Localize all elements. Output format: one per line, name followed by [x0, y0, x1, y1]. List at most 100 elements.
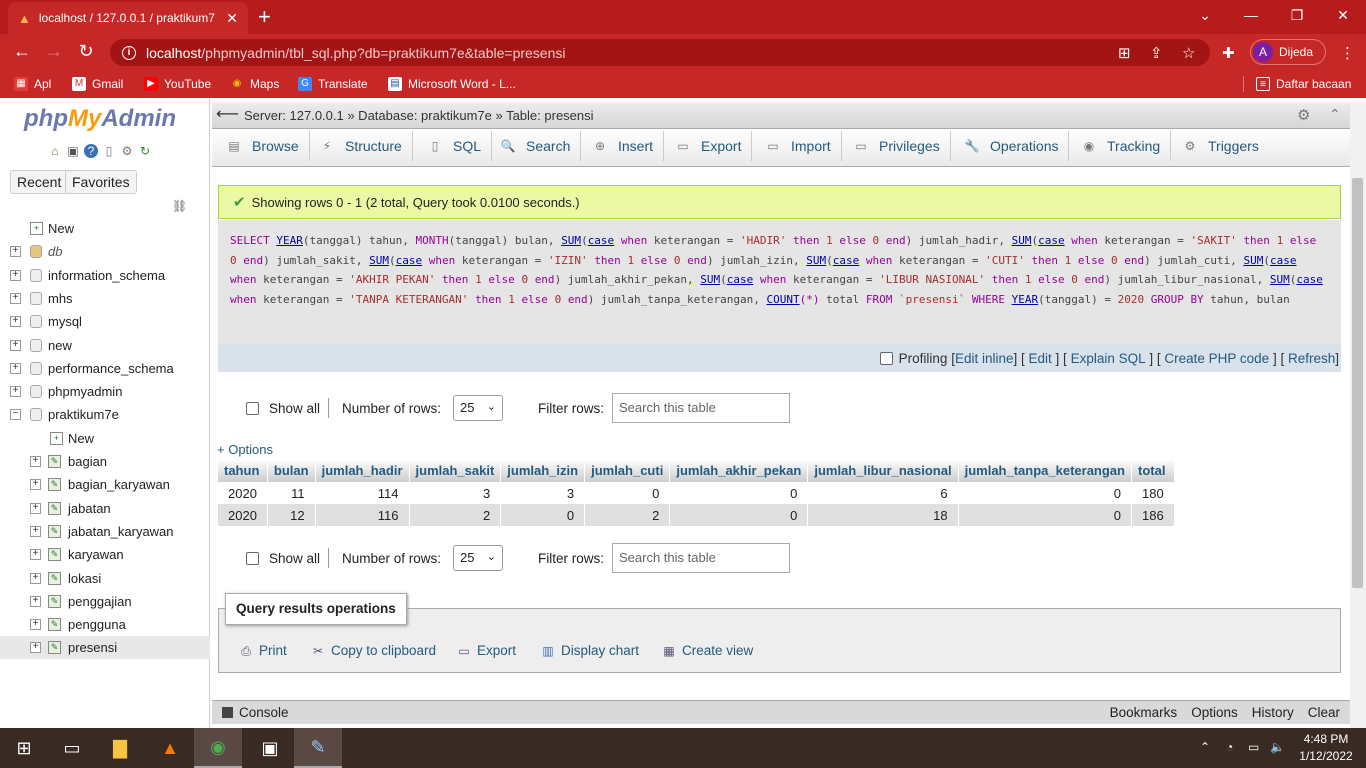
tree-item-information-schema[interactable]: + information_schema [0, 264, 210, 287]
column-header[interactable]: jumlah_akhir_pekan [669, 459, 809, 482]
minimize-icon[interactable]: — [1228, 4, 1274, 26]
tree-item-db[interactable]: + db [0, 240, 210, 263]
export-link[interactable]: ▭ Export [456, 643, 516, 658]
expand-icon[interactable]: + [30, 642, 41, 653]
terminal-app-icon[interactable]: ▣ [246, 728, 294, 768]
console-toggle[interactable]: Console [222, 705, 289, 720]
help-icon[interactable]: ? [84, 144, 98, 158]
refresh-link[interactable]: Refresh [1288, 351, 1335, 366]
tree-item-new[interactable]: + new [0, 334, 210, 357]
tab-browse[interactable]: ▤ Browse [216, 131, 310, 161]
recent-button[interactable]: Recent [10, 170, 69, 194]
tab-operations[interactable]: 🔧 Operations [954, 131, 1070, 161]
console-options[interactable]: Options [1191, 705, 1238, 720]
address-bar[interactable]: i localhost/phpmyadmin/tbl_sql.php?db=pr… [110, 39, 1210, 66]
bookmark-word[interactable]: ▤ Microsoft Word - L... [388, 77, 516, 91]
chrome-icon[interactable]: ◉ [194, 728, 242, 768]
expand-icon[interactable]: + [30, 573, 41, 584]
expand-icon[interactable]: + [10, 340, 21, 351]
column-header[interactable]: jumlah_libur_nasional [807, 459, 959, 482]
tab-search-icon[interactable]: ⌄ [1182, 4, 1228, 26]
volume-icon[interactable]: 🔈 [1270, 740, 1285, 754]
console-bookmarks[interactable]: Bookmarks [1110, 705, 1178, 720]
expand-icon[interactable]: + [10, 363, 21, 374]
expand-icon[interactable]: + [10, 316, 21, 327]
tree-item-penggajian[interactable]: + ✎ penggajian [0, 590, 210, 613]
column-header[interactable]: jumlah_izin [500, 459, 586, 482]
tree-item-karyawan[interactable]: + ✎ karyawan [0, 543, 210, 566]
home-icon[interactable]: ⌂ [48, 144, 62, 158]
search-table-input[interactable]: Search this table [612, 393, 790, 423]
console-clear[interactable]: Clear [1308, 705, 1340, 720]
tree-item-jabatan-karyawan[interactable]: + ✎ jabatan_karyawan [0, 520, 210, 543]
forward-icon[interactable]: → [42, 40, 66, 62]
column-header[interactable]: jumlah_tanpa_keterangan [958, 459, 1132, 482]
reading-list[interactable]: ≡ Daftar bacaan [1256, 77, 1351, 91]
expand-icon[interactable]: + [10, 246, 21, 257]
tree-item-new[interactable]: + New [0, 427, 210, 450]
back-icon[interactable]: ← [10, 40, 34, 62]
tab-sql[interactable]: ▯ SQL [417, 131, 493, 161]
tree-item-bagian[interactable]: + ✎ bagian [0, 450, 210, 473]
expand-icon[interactable]: + [10, 386, 21, 397]
close-tab-icon[interactable]: ✕ [226, 10, 238, 27]
paint-icon[interactable]: ✎ [294, 728, 342, 768]
new-tab-icon[interactable]: + [258, 4, 271, 30]
tree-item-praktikum7e[interactable]: − praktikum7e [0, 403, 210, 426]
settings-gear-icon[interactable]: ⚙ [1297, 106, 1310, 124]
translate-icon[interactable]: ⊞ [1118, 44, 1131, 62]
tab-structure[interactable]: ⚡ Structure [309, 131, 413, 161]
expand-icon[interactable]: + [10, 270, 21, 281]
search-table-input[interactable]: Search this table [612, 543, 790, 573]
tab-import[interactable]: ▭ Import [755, 131, 842, 161]
tree-item-new[interactable]: + New [0, 217, 210, 240]
hide-header-icon[interactable]: ⌃ [1329, 106, 1341, 123]
docs-icon[interactable]: ▯ [102, 144, 116, 158]
breadcrumb-text[interactable]: Server: 127.0.0.1 » Database: praktikum7… [244, 108, 594, 123]
tab-search[interactable]: 🔍 Search [490, 131, 582, 161]
explain-sql-link[interactable]: Explain SQL [1071, 351, 1146, 366]
copy-to-clipboard-link[interactable]: ✂ Copy to clipboard [310, 643, 436, 658]
tab-insert[interactable]: ⊕ Insert [582, 131, 665, 161]
tab-triggers[interactable]: ⚙ Triggers [1172, 131, 1269, 161]
tree-item-presensi[interactable]: + ✎ presensi [0, 636, 210, 659]
bookmark-gmail[interactable]: M Gmail [72, 77, 123, 91]
show-hidden-icons[interactable]: ⌃ [1200, 740, 1210, 754]
bookmark-maps[interactable]: ◉ Maps [230, 77, 280, 91]
print-link[interactable]: ⎙ Print [238, 643, 287, 658]
reload-nav-icon[interactable]: ↻ [138, 144, 152, 158]
column-header[interactable]: jumlah_hadir [315, 459, 410, 482]
expand-icon[interactable]: + [30, 549, 41, 560]
expand-icon[interactable]: + [30, 503, 41, 514]
expand-icon[interactable]: + [10, 293, 21, 304]
column-header[interactable]: jumlah_sakit [409, 459, 502, 482]
phpmyadmin-logo[interactable]: phpMyAdmin [24, 105, 176, 133]
table-row[interactable]: 2020 11 114 3 3 0 0 6 0 180 [218, 482, 1175, 504]
tab-export[interactable]: ▭ Export [665, 131, 753, 161]
maximize-icon[interactable]: ❐ [1274, 4, 1320, 26]
expand-icon[interactable]: + [30, 619, 41, 630]
tree-item-jabatan[interactable]: + ✎ jabatan [0, 497, 210, 520]
column-header[interactable]: total [1131, 459, 1175, 482]
expand-icon[interactable]: + [30, 596, 41, 607]
collapse-icon[interactable]: − [10, 409, 21, 420]
menu-icon[interactable]: ⋮ [1340, 44, 1355, 62]
collapse-sidebar-icon[interactable]: ⟵ [216, 104, 239, 124]
task-view-icon[interactable]: ▭ [48, 728, 96, 768]
tab-tracking[interactable]: ◉ Tracking [1071, 131, 1172, 161]
network-icon[interactable]: ◔ [1226, 740, 1233, 754]
battery-icon[interactable]: ▭ [1248, 740, 1259, 754]
create-view-link[interactable]: ▦ Create view [661, 643, 753, 658]
column-header[interactable]: tahun [218, 459, 268, 482]
bookmark-apps[interactable]: ▦ Apl [14, 77, 51, 91]
tree-item-mysql[interactable]: + mysql [0, 310, 210, 333]
info-icon[interactable]: i [122, 45, 136, 60]
create-php-code-link[interactable]: Create PHP code [1164, 351, 1269, 366]
console-bar[interactable]: Console Bookmarks Options History Clear [212, 700, 1350, 724]
edit-inline-link[interactable]: Edit inline [955, 351, 1014, 366]
expand-icon[interactable]: + [30, 456, 41, 467]
start-icon[interactable]: ⊞ [0, 728, 48, 768]
show-all-checkbox[interactable] [246, 401, 259, 415]
bookmark-youtube[interactable]: ▶ YouTube [144, 77, 211, 91]
expand-icon[interactable]: + [30, 526, 41, 537]
